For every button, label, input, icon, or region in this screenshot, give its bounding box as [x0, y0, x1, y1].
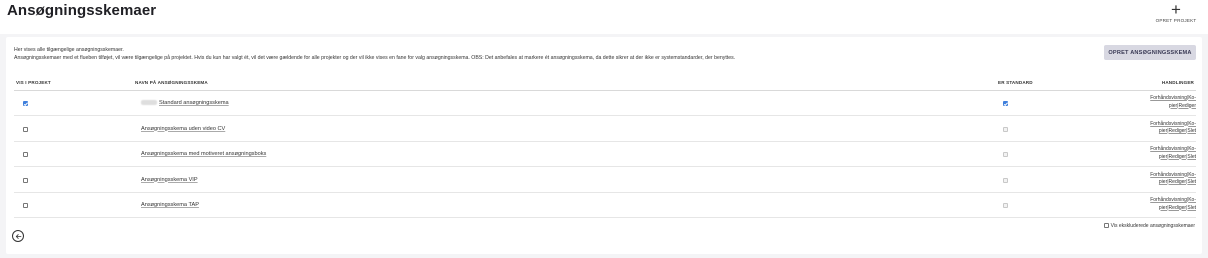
visible-in-project-checkbox[interactable] [23, 126, 28, 132]
form-name-text: Ansøgningsskema VIP [141, 176, 198, 183]
visible-in-project-checkbox[interactable] [23, 152, 28, 157]
preview-link[interactable]: Forhåndsvisning [1150, 95, 1187, 101]
preview-link[interactable]: Forhåndsvisning [1150, 172, 1187, 178]
row-actions: Forhåndsvisning|Ko-pier|Rediger|Slet [1136, 121, 1196, 136]
page-header: Ansøgningsskemaer + OPRET PROJEKT [0, 0, 1208, 34]
form-name-text: Ansøgningsskema TAP [141, 202, 199, 208]
create-project-label: OPRET PROJEKT [1155, 18, 1197, 23]
column-header-default: ER STANDARD [998, 80, 1033, 85]
form-name-link[interactable]: Ansøgningsskema VIP [141, 177, 198, 183]
table-row: Standard ansøgningsskema Forhåndsvisning|… [14, 91, 1196, 116]
column-header-name: NAVN PÅ ANSØGNINGSSKEMA [135, 80, 208, 85]
table-row: Ansøgningsskema VIP Forhåndsvisning|Ko-pi… [14, 168, 1196, 193]
copy-link-part1[interactable]: Ko- [1188, 95, 1196, 101]
edit-link[interactable]: Rediger [1169, 179, 1187, 185]
column-header-visible: VIS I PROJEKT [16, 80, 51, 85]
copy-link-part1[interactable]: Ko- [1188, 172, 1196, 178]
column-header-actions: HANDLINGER [1161, 80, 1194, 85]
edit-link[interactable]: Rediger [1169, 205, 1187, 211]
copy-link-part2[interactable]: pier [1169, 103, 1177, 109]
is-default-checkbox [1003, 177, 1008, 183]
form-name-link[interactable]: Ansøgningsskema TAP [141, 202, 199, 208]
intro-line-2: Ansøgningsskemaer med et flueben tilføje… [14, 55, 736, 61]
form-name-text: Ansøgningsskema uden video CV [141, 125, 226, 132]
create-project-button[interactable]: + OPRET PROJEKT [1151, 0, 1201, 23]
show-excluded-label: Vis ekskluderede ansøgningsskemaer [1110, 223, 1195, 229]
row-actions: Forhåndsvisning|Ko-pier|Rediger [1136, 95, 1196, 110]
is-default-checkbox [1003, 152, 1008, 157]
delete-link[interactable]: Slet [1187, 205, 1196, 211]
forms-card: Her vises alle tilgængelige ansøgningssk… [6, 37, 1202, 254]
table-row: Ansøgningsskema uden video CV Forhåndsvis… [14, 117, 1196, 142]
row-actions: Forhåndsvisning|Ko-pier|Rediger|Slet [1136, 172, 1196, 187]
visible-in-project-checkbox[interactable] [23, 177, 28, 183]
preview-link[interactable]: Forhåndsvisning [1150, 146, 1187, 152]
show-excluded-toggle[interactable]: Vis ekskluderede ansøgningsskemaer [1103, 223, 1195, 229]
arrow-left-icon [15, 233, 21, 239]
form-name-link[interactable]: Standard ansøgningsskema [141, 100, 229, 106]
copy-link-part2[interactable]: pier [1159, 179, 1167, 185]
delete-link[interactable]: Slet [1187, 179, 1196, 185]
copy-link-part1[interactable]: Ko- [1188, 121, 1196, 127]
form-name-link[interactable]: Ansøgningsskema med motiveret ansøgnings… [141, 151, 266, 157]
edit-link[interactable]: Rediger [1178, 103, 1196, 109]
delete-link[interactable]: Slet [1187, 128, 1196, 134]
form-name-text: Standard ansøgningsskema [159, 100, 229, 106]
edit-link[interactable]: Rediger [1169, 154, 1187, 160]
copy-link-part1[interactable]: Ko- [1188, 197, 1196, 203]
redacted-prefix [141, 100, 157, 106]
plus-icon: + [1171, 0, 1181, 19]
form-name-text: Ansøgningsskema med motiveret ansøgnings… [141, 151, 267, 157]
is-default-checkbox [1003, 203, 1008, 208]
back-button[interactable] [12, 230, 24, 242]
visible-in-project-checkbox[interactable] [23, 203, 28, 208]
create-form-button[interactable]: OPRET ANSØGNINGSSKEMA [1104, 45, 1196, 60]
is-default-checkbox [1003, 126, 1008, 132]
copy-link-part2[interactable]: pier [1159, 205, 1167, 211]
preview-link[interactable]: Forhåndsvisning [1150, 121, 1187, 127]
copy-link-part2[interactable]: pier [1159, 154, 1167, 160]
row-actions: Forhåndsvisning|Ko-pier|Rediger|Slet [1136, 197, 1196, 212]
copy-link-part1[interactable]: Ko- [1188, 146, 1196, 152]
page-title: Ansøgningsskemaer [7, 2, 157, 19]
intro-line-1: Her vises alle tilgængelige ansøgningssk… [14, 47, 124, 53]
table-row: Ansøgningsskema TAP Forhåndsvisning|Ko-pi… [14, 193, 1196, 218]
is-default-checkbox [1003, 101, 1008, 106]
show-excluded-checkbox[interactable] [1103, 223, 1109, 229]
table-row: Ansøgningsskema med motiveret ansøgnings… [14, 142, 1196, 167]
form-name-link[interactable]: Ansøgningsskema uden video CV [141, 126, 225, 132]
row-actions: Forhåndsvisning|Ko-pier|Rediger|Slet [1136, 146, 1196, 161]
copy-link-part2[interactable]: pier [1159, 128, 1167, 134]
delete-link[interactable]: Slet [1187, 154, 1196, 160]
visible-in-project-checkbox[interactable] [23, 101, 28, 106]
preview-link[interactable]: Forhåndsvisning [1150, 197, 1187, 203]
intro-text: Her vises alle tilgængelige ansøgningssk… [14, 46, 735, 62]
edit-link[interactable]: Rediger [1169, 128, 1187, 134]
